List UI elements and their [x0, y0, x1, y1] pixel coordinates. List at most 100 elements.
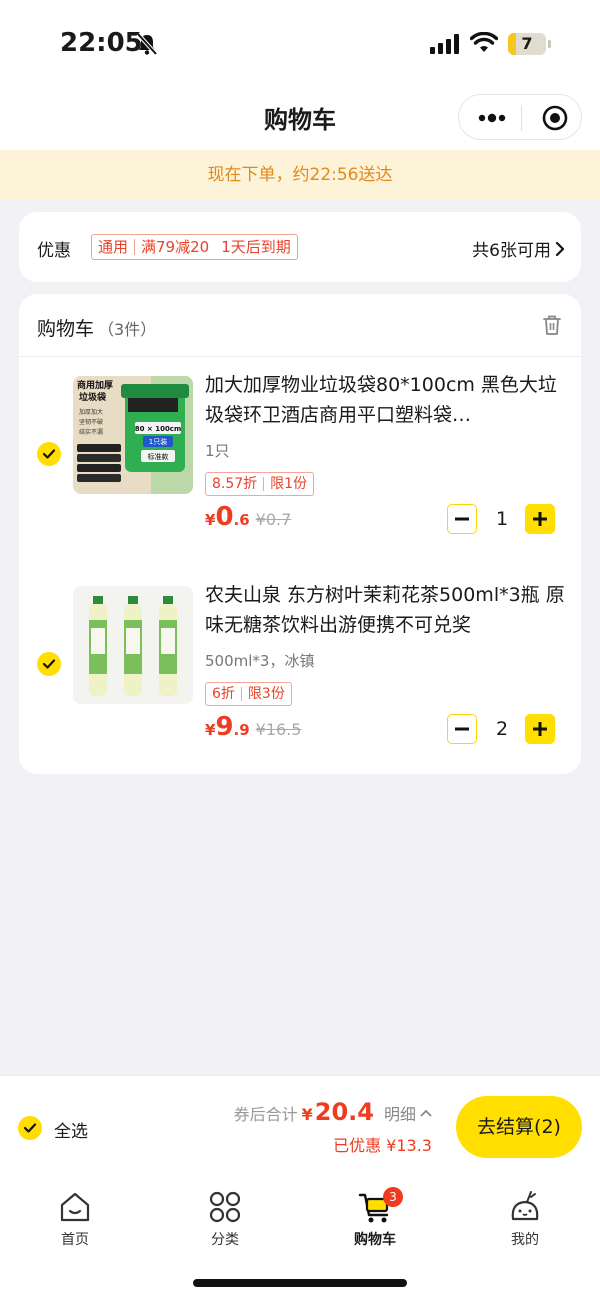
tab-category[interactable]: 分类	[175, 1189, 275, 1249]
cart-item-count: （3件）	[98, 320, 157, 339]
total-currency: ¥	[301, 1105, 313, 1124]
price-decimal: .6	[233, 511, 250, 529]
tab-cart[interactable]: 3 购物车	[325, 1187, 425, 1249]
home-icon	[60, 1192, 90, 1222]
battery-fill	[508, 33, 516, 55]
price-currency: ¥	[205, 511, 216, 529]
nav-bar: 购物车	[0, 88, 600, 150]
decrease-button[interactable]	[447, 504, 477, 534]
product-image-trash-bag[interactable]: 80 × 100cm 1只装 标准款 商用加厚 垃圾袋 加厚加大 坚韧不破 结实…	[73, 376, 193, 494]
bell-muted-icon	[136, 32, 158, 56]
total-amount: 20.4	[314, 1098, 374, 1126]
checkout-bar: 全选 券后合计 ¥ 20.4 明细 已优惠 ¥13.3 去结算(2)	[0, 1075, 600, 1177]
coupon-tag-expiry: 1天后到期	[221, 238, 291, 256]
detail-link[interactable]: 明细	[384, 1101, 432, 1125]
coupon-label: 优惠	[37, 241, 71, 261]
minus-icon	[455, 727, 469, 731]
coupon-count-link[interactable]: 共6张可用	[472, 236, 565, 261]
coupon-card[interactable]: 优惠 通用 满79减20 1天后到期 共6张可用	[19, 212, 581, 282]
price: ¥ 9 .9 ¥16.5	[205, 712, 301, 742]
original-price: ¥16.5	[255, 720, 302, 739]
thumb-feature-3: 结实不漏	[79, 428, 103, 436]
price-integer: 9	[215, 712, 234, 742]
chevron-up-icon	[420, 1109, 432, 1117]
promo-tag: 6折 限3份	[205, 682, 292, 706]
cart-header-divider	[19, 356, 581, 357]
checkmark-icon	[23, 1123, 37, 1133]
battery-tip	[548, 40, 551, 48]
coupon-count-text: 共6张可用	[472, 241, 551, 261]
chevron-right-icon	[555, 241, 565, 256]
price: ¥ 0 .6 ¥0.7	[205, 502, 291, 532]
tab-profile[interactable]: 我的	[475, 1189, 575, 1249]
total-label: 券后合计	[233, 1105, 298, 1124]
select-all-checkbox[interactable]	[18, 1116, 42, 1140]
tab-label: 分类	[211, 1232, 239, 1248]
more-icon[interactable]	[477, 108, 507, 128]
mini-program-capsule	[458, 94, 582, 140]
close-target-icon[interactable]	[541, 104, 569, 132]
product-name[interactable]: 农夫山泉 东方树叶茉莉花茶500ml*3瓶 原味无糖茶饮料出游便携不可兑奖	[205, 580, 565, 640]
signal-icon	[430, 34, 459, 54]
thumb-standard-label: 标准款	[148, 452, 169, 461]
profile-icon	[511, 1191, 539, 1221]
coupon-tag-type: 通用	[98, 238, 129, 256]
checkout-button[interactable]: 去结算(2)	[456, 1096, 582, 1158]
capsule-divider	[521, 105, 522, 131]
select-all-label[interactable]: 全选	[54, 1117, 88, 1142]
product-spec: 1只	[205, 442, 230, 460]
trash-icon[interactable]	[541, 314, 563, 336]
promo-discount: 6折	[212, 686, 235, 702]
tab-label: 首页	[61, 1232, 89, 1248]
plus-icon	[533, 722, 547, 736]
delivery-notice: 现在下单，约22:56送达	[0, 150, 600, 200]
checkmark-icon	[42, 659, 56, 669]
increase-button[interactable]	[525, 714, 555, 744]
price-decimal: .9	[233, 721, 250, 739]
quantity-stepper: 2	[447, 714, 557, 744]
decrease-button[interactable]	[447, 714, 477, 744]
promo-limit: 限1份	[270, 476, 308, 492]
price-integer: 0	[215, 502, 234, 532]
plus-icon	[533, 512, 547, 526]
battery-indicator: 7	[508, 33, 546, 55]
total-row: 券后合计 ¥ 20.4 明细	[234, 1098, 432, 1126]
price-currency: ¥	[205, 721, 216, 739]
cart-item: 农夫山泉 东方树叶茉莉花茶500ml*3瓶 原味无糖茶饮料出游便携不可兑奖 50…	[19, 580, 581, 760]
original-price: ¥0.7	[255, 510, 292, 529]
saved-amount: 已优惠 ¥13.3	[333, 1136, 432, 1155]
coupon-tag-rule: 满79减20	[141, 238, 210, 256]
cart-item: 80 × 100cm 1只装 标准款 商用加厚 垃圾袋 加厚加大 坚韧不破 结实…	[19, 370, 581, 550]
tab-home[interactable]: 首页	[25, 1189, 125, 1249]
status-bar: 22:05 7	[0, 0, 600, 88]
item-checkbox[interactable]	[37, 442, 61, 466]
cart-card: 购物车 （3件） 80 × 100cm 1只装 标准款 商用加厚 垃圾袋 加厚加…	[19, 294, 581, 774]
item-checkbox[interactable]	[37, 652, 61, 676]
cart-badge: 3	[383, 1187, 403, 1207]
quantity-value: 2	[495, 718, 509, 740]
thumb-title-1: 商用加厚	[77, 379, 113, 391]
quantity-stepper: 1	[447, 504, 557, 534]
cart-header: 购物车 （3件）	[37, 314, 156, 341]
category-icon	[209, 1191, 241, 1223]
thumb-pack-label: 1只装	[149, 437, 167, 446]
product-name[interactable]: 加大加厚物业垃圾袋80*100cm 黑色大垃圾袋环卫酒店商用平口塑料袋…	[205, 370, 565, 430]
thumb-size-label: 80 × 100cm	[135, 425, 182, 433]
detail-label: 明细	[383, 1105, 416, 1124]
thumb-feature-1: 加厚加大	[79, 408, 103, 416]
cart-title: 购物车	[37, 318, 95, 340]
thumb-feature-2: 坚韧不破	[79, 418, 103, 426]
product-image-jasmine-tea[interactable]	[73, 586, 193, 704]
quantity-value: 1	[495, 508, 509, 530]
home-indicator	[193, 1279, 407, 1287]
wifi-icon	[470, 32, 498, 52]
promo-limit: 限3份	[247, 686, 285, 702]
tab-label: 我的	[511, 1232, 539, 1248]
coupon-tag: 通用 满79减20 1天后到期	[91, 234, 298, 260]
thumb-title-2: 垃圾袋	[79, 391, 107, 403]
product-spec: 500ml*3，冰镇	[205, 652, 315, 670]
battery-level-text: 7	[521, 34, 533, 53]
increase-button[interactable]	[525, 504, 555, 534]
status-time: 22:05	[60, 28, 143, 58]
checkmark-icon	[42, 449, 56, 459]
